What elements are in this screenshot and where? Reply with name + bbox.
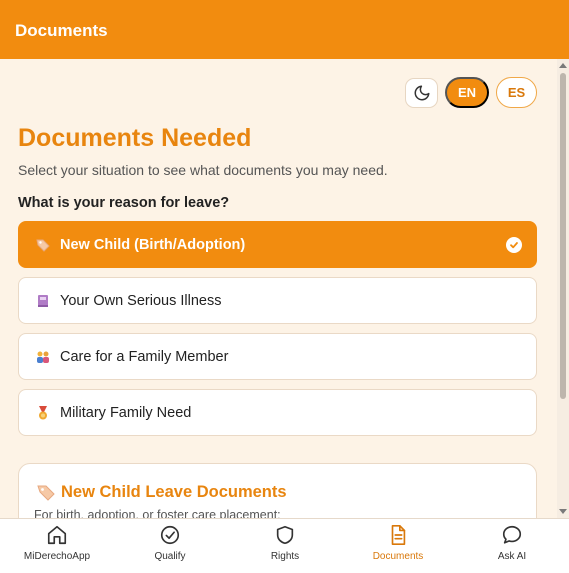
- option-military-family[interactable]: Military Family Need: [18, 389, 537, 436]
- language-en-button[interactable]: EN: [445, 77, 489, 108]
- home-icon: [47, 525, 67, 545]
- nav-item-qualify[interactable]: Qualify: [145, 519, 195, 573]
- tag-icon: [35, 237, 51, 253]
- header-title: Documents: [15, 21, 108, 40]
- language-es-button[interactable]: ES: [496, 77, 537, 108]
- page-subtitle: Select your situation to see what docume…: [18, 162, 388, 178]
- medal-icon: [35, 405, 51, 421]
- card-title: New Child Leave Documents: [61, 483, 287, 501]
- nav-label: MiDerechoApp: [23, 551, 91, 562]
- option-own-illness[interactable]: Your Own Serious Illness: [18, 277, 537, 324]
- nav-label: Qualify: [154, 551, 186, 562]
- scroll-up-arrow-icon[interactable]: [559, 63, 567, 68]
- scroll-down-arrow-icon[interactable]: [559, 509, 567, 514]
- check-icon: [506, 237, 522, 253]
- option-label: Your Own Serious Illness: [60, 292, 222, 309]
- nav-label: Ask AI: [497, 551, 527, 562]
- family-icon: [35, 349, 51, 365]
- nav-label: Documents: [372, 551, 424, 562]
- page-title: Documents Needed: [18, 124, 252, 152]
- option-family-member[interactable]: Care for a Family Member: [18, 333, 537, 380]
- chat-icon: [502, 525, 522, 544]
- nav-label: Rights: [270, 551, 300, 562]
- option-label: New Child (Birth/Adoption): [60, 236, 246, 253]
- leave-reason-question: What is your reason for leave?: [18, 195, 230, 211]
- option-label: Military Family Need: [60, 404, 192, 421]
- shield-icon: [276, 525, 294, 545]
- theme-toggle-button[interactable]: [405, 78, 438, 108]
- nav-item-ask-ai[interactable]: Ask AI: [487, 519, 537, 573]
- card-description: For birth, adoption, or foster care plac…: [34, 508, 281, 518]
- main-content: EN ES Documents Needed Select your situa…: [0, 59, 557, 518]
- nav-item-rights[interactable]: Rights: [260, 519, 310, 573]
- option-label: Care for a Family Member: [60, 348, 229, 365]
- moon-icon: [414, 85, 429, 101]
- bottom-nav: MiDerechoApp Qualify Rights Documents As…: [0, 518, 569, 573]
- check-circle-icon: [160, 525, 180, 545]
- documents-card: New Child Leave Documents For birth, ado…: [18, 463, 537, 518]
- option-new-child[interactable]: New Child (Birth/Adoption): [18, 221, 537, 268]
- tag-icon: [36, 483, 56, 501]
- scroll-thumb[interactable]: [560, 73, 566, 399]
- scrollbar[interactable]: [557, 59, 569, 518]
- nav-item-documents[interactable]: Documents: [368, 519, 428, 573]
- app-header: Documents: [0, 0, 569, 59]
- book-icon: [35, 293, 51, 309]
- document-icon: [391, 525, 406, 545]
- nav-item-home[interactable]: MiDerechoApp: [22, 519, 92, 573]
